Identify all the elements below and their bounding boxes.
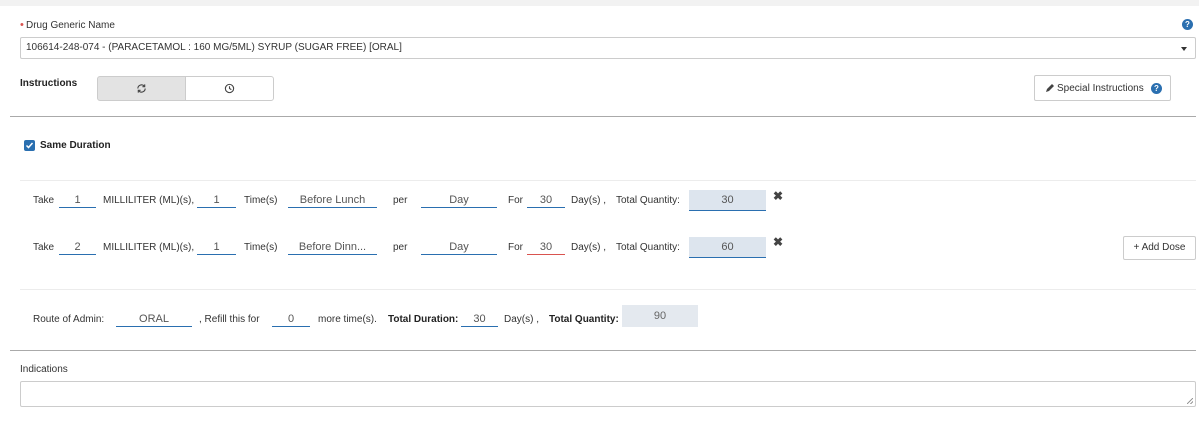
days-label: Day(s) ,	[504, 314, 539, 325]
for-label: For	[508, 242, 523, 253]
remove-dose-icon[interactable]: ✖	[773, 189, 783, 203]
per-label: per	[393, 242, 408, 253]
instructions-label: Instructions	[20, 78, 78, 89]
same-duration-label: Same Duration	[40, 140, 111, 151]
top-bar	[0, 0, 1199, 6]
help-icon: ?	[1151, 83, 1162, 94]
divider	[10, 116, 1196, 117]
unit-label: MILLILITER (ML)(s),	[103, 242, 195, 253]
route-select[interactable]: ORAL	[116, 312, 192, 327]
drug-select-value: 106614-248-074 - (PARACETAMOL : 160 MG/5…	[26, 42, 402, 53]
drug-select[interactable]: 106614-248-074 - (PARACETAMOL : 160 MG/5…	[20, 37, 1196, 59]
help-icon[interactable]: ?	[1182, 19, 1193, 30]
special-instructions-button[interactable]: Special Instructions ?	[1034, 75, 1171, 101]
duration-unit-label: Day(s) ,	[571, 195, 606, 206]
pencil-icon	[1046, 84, 1054, 92]
total-quantity-input[interactable]: 60	[689, 237, 766, 258]
clock-icon	[224, 83, 235, 94]
drug-name-label: Drug Generic Name	[26, 20, 115, 31]
total-duration-label: Total Duration:	[388, 314, 459, 325]
total-duration-value: 30	[461, 312, 498, 327]
refill-input[interactable]: 0	[272, 312, 310, 327]
divider	[20, 289, 1196, 290]
duration-input[interactable]: 30	[527, 193, 565, 208]
same-duration-checkbox[interactable]	[24, 140, 35, 151]
chevron-down-icon	[1181, 47, 1187, 51]
per-label: per	[393, 195, 408, 206]
indications-label: Indications	[20, 364, 68, 375]
total-quantity-value: 90	[622, 305, 698, 327]
total-quantity-label: Total Quantity:	[549, 314, 619, 325]
times-input[interactable]: 1	[197, 240, 236, 255]
total-quantity-input[interactable]: 30	[689, 190, 766, 211]
dose-amount-input[interactable]: 2	[59, 240, 96, 255]
total-quantity-label: Total Quantity:	[616, 195, 680, 206]
resize-handle-icon[interactable]	[1187, 398, 1193, 404]
more-times-label: more time(s).	[318, 314, 377, 325]
tab-schedule[interactable]	[185, 76, 274, 101]
period-select[interactable]: Day	[421, 193, 497, 208]
route-label: Route of Admin:	[33, 314, 105, 325]
times-input[interactable]: 1	[197, 193, 236, 208]
timing-select[interactable]: Before Lunch	[288, 193, 377, 208]
timing-select[interactable]: Before Dinn...	[288, 240, 377, 255]
times-label: Time(s)	[244, 195, 278, 206]
take-label: Take	[33, 242, 55, 253]
unit-label: MILLILITER (ML)(s),	[103, 195, 195, 206]
check-icon	[25, 142, 34, 149]
add-dose-button[interactable]: + Add Dose	[1123, 236, 1196, 260]
duration-unit-label: Day(s) ,	[571, 242, 606, 253]
divider	[10, 350, 1196, 351]
refresh-icon	[137, 84, 146, 93]
take-label: Take	[33, 195, 55, 206]
period-select[interactable]: Day	[421, 240, 497, 255]
dose-amount-input[interactable]: 1	[59, 193, 96, 208]
indications-textarea[interactable]	[20, 381, 1196, 407]
duration-input[interactable]: 30	[527, 240, 565, 255]
total-quantity-label: Total Quantity:	[616, 242, 680, 253]
times-label: Time(s)	[244, 242, 278, 253]
divider	[20, 180, 1196, 181]
tab-repeat[interactable]	[97, 76, 186, 101]
for-label: For	[508, 195, 523, 206]
special-instructions-label: Special Instructions	[1057, 83, 1144, 94]
required-marker: •	[20, 19, 24, 31]
remove-dose-icon[interactable]: ✖	[773, 235, 783, 249]
refill-label: , Refill this for	[199, 314, 260, 325]
